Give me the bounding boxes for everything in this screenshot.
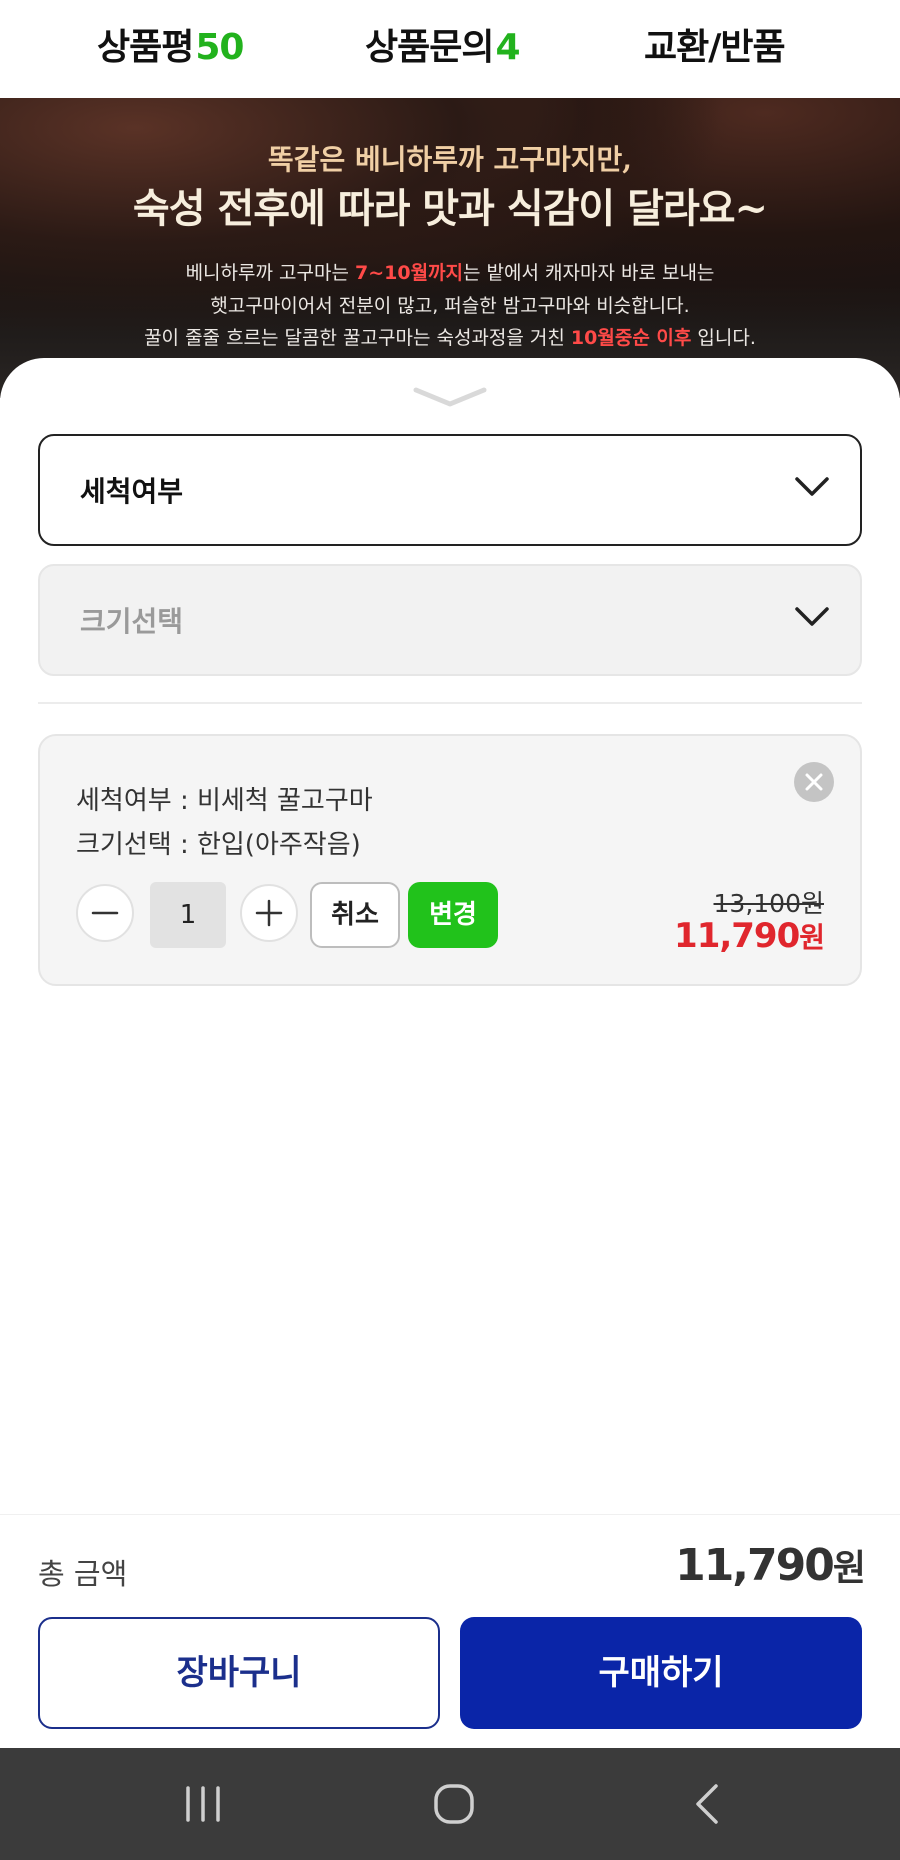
banner-headline: 똑같은 베니하루까 고구마지만,	[267, 143, 633, 176]
back-icon[interactable]	[690, 1782, 724, 1826]
plus-icon	[255, 899, 283, 927]
total-amount-unit: 원	[832, 1548, 866, 1589]
home-icon[interactable]	[432, 1782, 476, 1826]
quantity-decrease-button[interactable]	[76, 884, 134, 942]
cancel-button[interactable]: 취소	[310, 882, 400, 948]
banner-desc3-highlight: 10월중순 이후	[570, 327, 692, 349]
tab-reviews-label: 상품평	[97, 27, 194, 68]
tab-exchange-return-label: 교환/반품	[644, 27, 786, 68]
product-tabs: 상품평50 상품문의4 교환/반품	[0, 0, 900, 98]
banner-desc3-text-end: 입니다.	[691, 327, 756, 349]
tab-inquiries[interactable]: 상품문의4	[365, 18, 521, 70]
chevron-down-icon	[795, 607, 829, 626]
size-option-select[interactable]: 크기선택	[38, 564, 862, 676]
banner-desc1-text: 베니하루까 고구마는	[185, 262, 355, 284]
total-amount: 11,790원	[675, 1539, 866, 1591]
banner-desc3-text: 꿀이 줄줄 흐르는 달콤한 꿀고구마는 숙성과정을 거친	[144, 327, 571, 349]
tab-reviews[interactable]: 상품평50	[97, 18, 244, 70]
banner-desc1-text-end: 는 밭에서 캐자마자 바로 보내는	[463, 262, 715, 284]
selected-option-card: 세척여부 : 비세척 꿀고구마 크기선택 : 한입(아주작음) 1 취소 변경 …	[38, 734, 862, 986]
buy-now-button[interactable]: 구매하기	[460, 1617, 862, 1729]
quantity-value[interactable]: 1	[150, 882, 226, 948]
size-option-label: 크기선택	[80, 605, 184, 638]
sale-price: 11,790원	[674, 916, 825, 956]
banner-desc1-highlight: 7~10월까지	[354, 262, 464, 284]
recent-apps-icon[interactable]	[182, 1782, 224, 1826]
purchase-footer: 총 금액 11,790원 장바구니 구매하기	[0, 1514, 900, 1748]
chevron-down-icon	[795, 477, 829, 496]
wash-option-label: 세척여부	[80, 475, 184, 508]
original-price: 13,100원	[713, 889, 824, 918]
close-icon	[805, 773, 823, 791]
divider	[38, 702, 862, 704]
tab-inquiries-label: 상품문의	[365, 27, 494, 68]
system-navigation-bar	[0, 1748, 900, 1860]
tab-inquiries-count: 4	[495, 27, 520, 68]
total-amount-label: 총 금액	[38, 1557, 128, 1591]
quantity-increase-button[interactable]	[240, 884, 298, 942]
banner-description-1: 베니하루까 고구마는 7~10월까지는 밭에서 캐자마자 바로 보내는	[0, 258, 900, 285]
total-amount-number: 11,790	[675, 1540, 835, 1591]
sheet-collapse-handle-icon[interactable]	[412, 386, 488, 408]
sale-price-number: 11,790	[674, 916, 800, 956]
banner-title: 숙성 전후에 따라 맛과 식감이 달라요~	[132, 185, 768, 232]
selected-wash-option: 세척여부 : 비세척 꿀고구마	[76, 786, 373, 816]
remove-option-button[interactable]	[794, 762, 834, 802]
sale-price-unit: 원	[799, 921, 825, 954]
minus-icon	[91, 911, 119, 915]
change-button[interactable]: 변경	[408, 882, 498, 948]
product-banner-image: 똑같은 베니하루까 고구마지만, 숙성 전후에 따라 맛과 식감이 달라요~ 베…	[0, 98, 900, 398]
tab-exchange-return[interactable]: 교환/반품	[644, 18, 786, 70]
tab-reviews-count: 50	[195, 27, 244, 68]
banner-description-2: 햇고구마이어서 전분이 많고, 퍼슬한 밤고구마와 비슷합니다.	[210, 295, 690, 317]
banner-description-3: 꿀이 줄줄 흐르는 달콤한 꿀고구마는 숙성과정을 거친 10월중순 이후 입니…	[0, 323, 900, 350]
add-to-cart-button[interactable]: 장바구니	[38, 1617, 440, 1729]
wash-option-select[interactable]: 세척여부	[38, 434, 862, 546]
selected-size-option: 크기선택 : 한입(아주작음)	[76, 830, 361, 860]
